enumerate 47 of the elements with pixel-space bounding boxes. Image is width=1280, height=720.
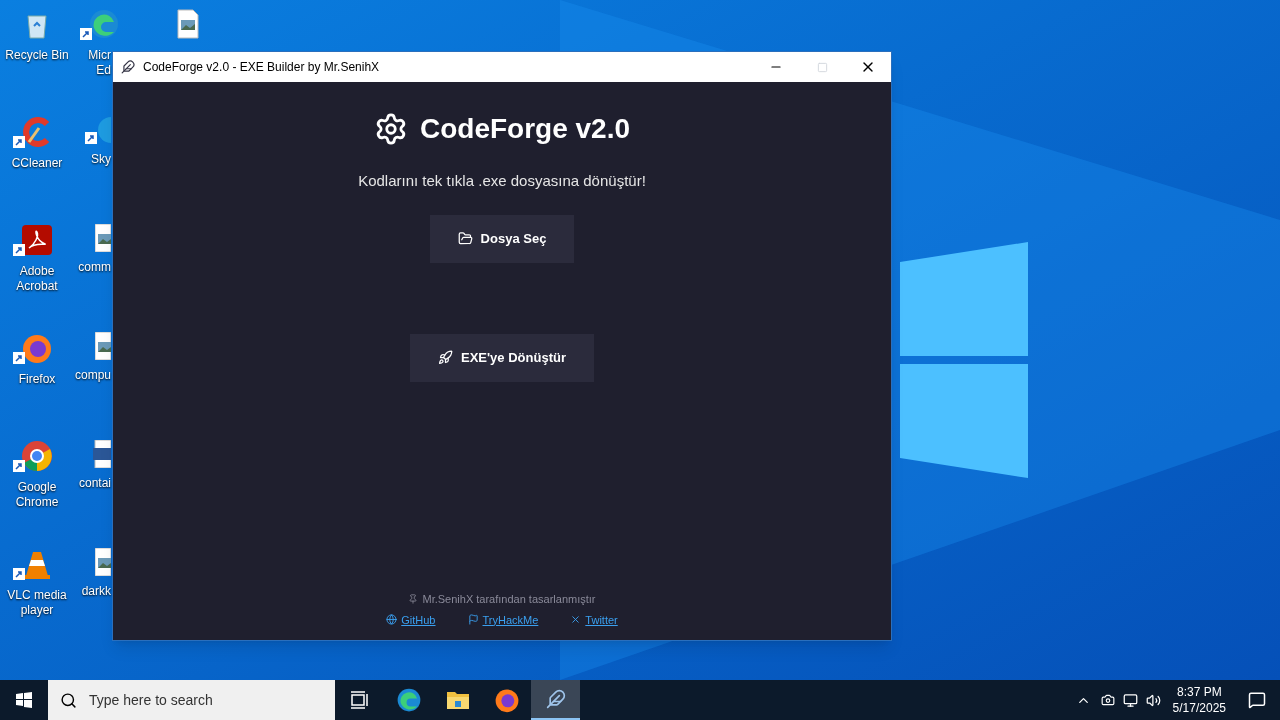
rocket-icon bbox=[438, 350, 453, 365]
flag-icon bbox=[467, 614, 479, 626]
volume-icon[interactable] bbox=[1145, 692, 1161, 708]
convert-button[interactable]: EXE'ye Dönüştür bbox=[410, 333, 594, 382]
network-icon[interactable] bbox=[1122, 692, 1138, 708]
desktop-icon-label[interactable]: Recycle Bin bbox=[5, 48, 69, 63]
desktop-icon-label[interactable]: Sky bbox=[91, 152, 111, 167]
desktop-icon-label[interactable]: contai bbox=[78, 476, 111, 491]
window-title: CodeForge v2.0 - EXE Builder by Mr.SenihX bbox=[143, 59, 380, 76]
desktop-icon-label[interactable]: comm bbox=[78, 260, 111, 275]
app-heading: CodeForge v2.0 bbox=[419, 112, 631, 146]
word-document-icon bbox=[93, 440, 111, 468]
taskbar-app-button[interactable] bbox=[531, 680, 580, 720]
image-file-icon bbox=[95, 548, 111, 576]
feather-icon bbox=[545, 689, 566, 709]
select-file-button[interactable]: Dosya Seç bbox=[429, 214, 575, 263]
search-input[interactable]: Type here to search bbox=[89, 689, 309, 711]
maximize-icon bbox=[816, 61, 828, 73]
chrome-icon bbox=[21, 440, 53, 472]
desktop-icon-label[interactable]: Firefox bbox=[18, 372, 56, 387]
desktop-icon-label[interactable]: compu bbox=[74, 368, 111, 383]
image-file-icon bbox=[95, 224, 111, 252]
search-icon bbox=[60, 691, 77, 709]
folder-icon bbox=[457, 231, 473, 246]
image-file-icon bbox=[95, 332, 111, 360]
desktop-icon-label[interactable]: VLC media player bbox=[7, 588, 67, 618]
desktop-icon-label[interactable]: darkk bbox=[81, 584, 111, 599]
pin-icon bbox=[408, 594, 419, 605]
desktop-icon-label[interactable]: Micr Ed bbox=[88, 48, 111, 78]
notifications-icon[interactable] bbox=[1248, 691, 1266, 709]
link[interactable]: Twitter bbox=[570, 611, 618, 628]
clock[interactable]: 8:37 PM 5/17/2025 bbox=[1164, 684, 1234, 716]
desktop-icon-label[interactable]: CCleaner bbox=[11, 156, 63, 171]
link[interactable]: TryHackMe bbox=[467, 611, 539, 628]
x-icon bbox=[570, 614, 582, 626]
link[interactable]: GitHub bbox=[386, 611, 436, 628]
desktop-icon-label[interactable]: Adobe Acrobat bbox=[16, 264, 58, 294]
desktop-icon-label[interactable]: Google Chrome bbox=[15, 480, 59, 510]
search-field[interactable]: Type here to search bbox=[48, 680, 335, 720]
camera-icon[interactable] bbox=[1100, 693, 1115, 707]
windows-logo-icon bbox=[16, 692, 32, 708]
folder-icon bbox=[445, 689, 470, 711]
app-subtitle: Kodlarını tek tıkla .exe dosyasına dönüştür! bbox=[358, 171, 646, 191]
globe-icon bbox=[386, 614, 398, 626]
feather-icon bbox=[121, 60, 135, 74]
task-view-icon bbox=[349, 691, 370, 709]
credit-text: Mr.SenihX tarafından tasarlanmıştır bbox=[422, 592, 596, 607]
